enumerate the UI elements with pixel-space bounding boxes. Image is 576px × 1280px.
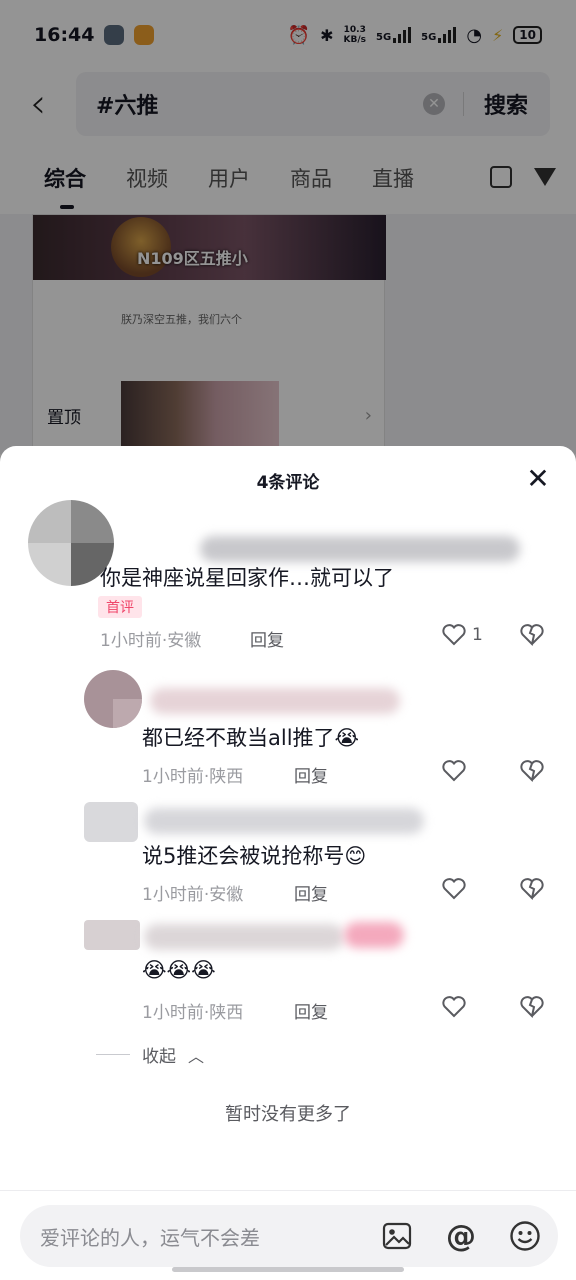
no-more-text: 暂时没有更多了 <box>225 1104 351 1125</box>
comment-text: 说5推还会被说抢称号😊 <box>142 844 367 868</box>
reply-button[interactable]: 回复 <box>294 998 328 1023</box>
reply-button[interactable]: 回复 <box>250 626 284 651</box>
dislike-button[interactable] <box>520 878 544 900</box>
at-icon[interactable]: @ <box>444 1219 478 1254</box>
comment-item: 都已经不敢当all推了😭 1小时前·陕西 回复 <box>0 658 576 788</box>
avatar[interactable] <box>84 670 142 728</box>
comment-item: 😭😭😭 1小时前·陕西 回复 <box>0 916 576 1036</box>
comment-meta: 1小时前·安徽 <box>142 885 244 905</box>
like-count: 1 <box>472 625 483 645</box>
chevron-up-icon: ︿ <box>188 1046 205 1066</box>
avatar[interactable] <box>84 802 138 842</box>
username-redacted <box>144 924 344 950</box>
comment-input-placeholder[interactable]: 爱评论的人，运气不会差 <box>40 1222 380 1251</box>
collapse-label: 收起 <box>142 1047 176 1067</box>
reply-button[interactable]: 回复 <box>294 880 328 905</box>
username-redacted <box>200 536 520 562</box>
home-indicator[interactable] <box>172 1267 404 1272</box>
divider <box>96 1054 130 1055</box>
first-comment-badge: 首评 <box>98 596 142 618</box>
dislike-button[interactable] <box>520 760 544 782</box>
comment-item: 你是神座说星回家作…就可以了 首评 1小时前·安徽 回复 1 <box>0 500 576 660</box>
dislike-button[interactable] <box>520 996 544 1018</box>
heart-icon <box>442 878 466 900</box>
broken-heart-icon <box>520 624 544 646</box>
comment-text: 😭😭😭 <box>142 958 216 982</box>
emoji-icon[interactable] <box>508 1219 542 1253</box>
heart-icon <box>442 624 466 646</box>
comment-meta: 1小时前·安徽 <box>100 631 202 651</box>
image-icon[interactable] <box>380 1219 414 1253</box>
comment-meta: 1小时前·陕西 <box>142 1003 244 1023</box>
collapse-replies-button[interactable]: 收起 ︿ <box>96 1042 204 1067</box>
avatar[interactable] <box>84 920 140 950</box>
comments-sheet: 4条评论 ✕ 你是神座说星回家作…就可以了 首评 1小时前·安徽 回复 1 都已… <box>0 446 576 1280</box>
dislike-button[interactable] <box>520 624 544 646</box>
comment-text: 你是神座说星回家作…就可以了 <box>100 566 394 590</box>
comment-input-bar: 爱评论的人，运气不会差 @ <box>0 1190 576 1280</box>
heart-icon <box>442 996 466 1018</box>
reply-button[interactable]: 回复 <box>294 762 328 787</box>
comment-meta: 1小时前·陕西 <box>142 767 244 787</box>
close-button[interactable]: ✕ <box>526 465 550 493</box>
like-button[interactable]: 1 <box>442 624 483 646</box>
comments-title: 4条评论 <box>256 473 320 493</box>
broken-heart-icon <box>520 996 544 1018</box>
like-button[interactable] <box>442 996 466 1018</box>
heart-icon <box>442 760 466 782</box>
comment-text: 都已经不敢当all推了😭 <box>142 726 360 750</box>
like-button[interactable] <box>442 760 466 782</box>
username-redacted <box>150 688 400 714</box>
broken-heart-icon <box>520 760 544 782</box>
username-redacted <box>144 808 424 834</box>
like-button[interactable] <box>442 878 466 900</box>
broken-heart-icon <box>520 878 544 900</box>
comment-item: 说5推还会被说抢称号😊 1小时前·安徽 回复 <box>0 796 576 916</box>
comment-input[interactable]: 爱评论的人，运气不会差 @ <box>20 1205 558 1267</box>
username-redacted <box>344 922 404 948</box>
